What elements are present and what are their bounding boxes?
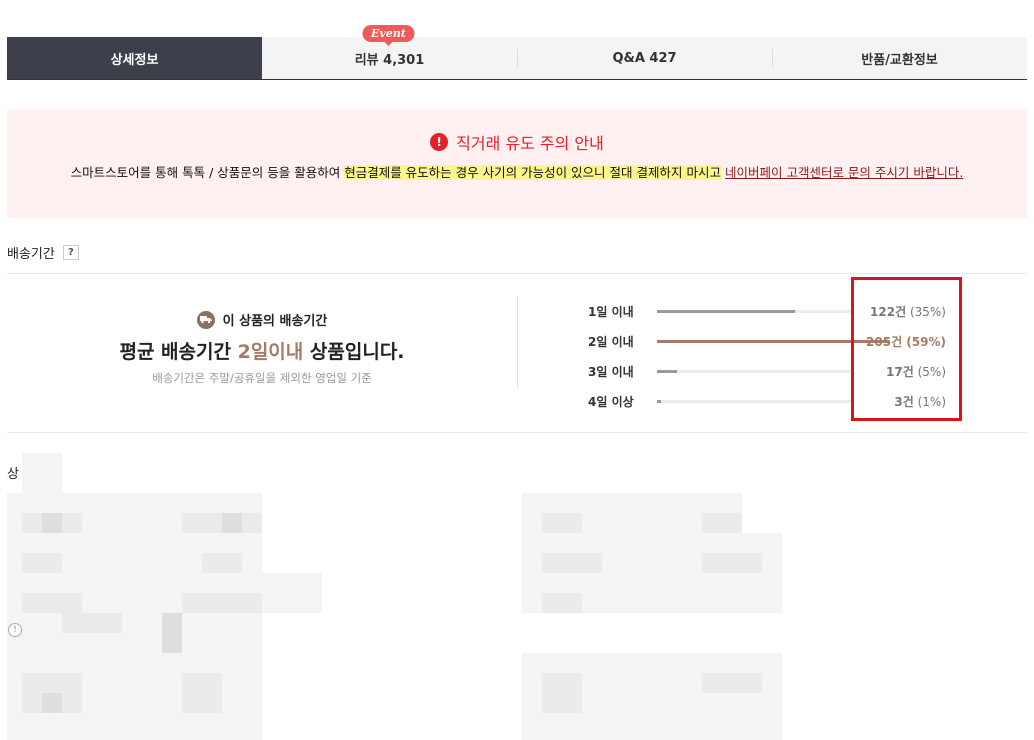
tab-reviews-label: 리뷰 4,301 [354, 52, 425, 68]
stat-bar [657, 369, 854, 373]
warning-highlight: 현금결제를 유도하는 경우 사기의 가능성이 있으니 절대 결제하지 마시고 [344, 165, 721, 180]
stat-label: 1일 이내 [588, 304, 634, 319]
divider [7, 432, 1027, 433]
avg-prefix: 평균 배송기간 [119, 341, 238, 363]
tab-reviews[interactable]: Event 리뷰 4,301 [262, 25, 517, 79]
delivery-summary: 이 상품의 배송기간 평균 배송기간 2일이내 상품입니다. 배송기간은 주말/… [7, 296, 517, 389]
warning-title-row: ! 직거래 유도 주의 안내 [7, 130, 1027, 154]
delivery-subtitle: 이 상품의 배송기간 [222, 314, 328, 329]
naverpay-support-link[interactable]: 네이버페이 고객센터로 문의 주시기 바랍니다. [725, 165, 963, 180]
direct-deal-warning: ! 직거래 유도 주의 안내 스마트스토어를 통해 톡톡 / 상품문의 등을 활… [7, 109, 1027, 218]
product-tabs: 상세정보 Event 리뷰 4,301 Q&A 427 반품/교환정보 [7, 25, 1027, 80]
warning-title: 직거래 유도 주의 안내 [456, 134, 604, 153]
tab-return-exchange[interactable]: 반품/교환정보 [772, 37, 1027, 79]
truck-icon [196, 310, 215, 329]
event-badge: Event [362, 25, 415, 46]
tab-detail-label: 상세정보 [110, 52, 159, 68]
stat-bar-fill [657, 309, 795, 313]
divider [7, 273, 1027, 274]
stat-label: 2일 이내 [588, 334, 634, 349]
tab-qna-label: Q&A 427 [612, 50, 677, 66]
annotation-highlight-box [851, 277, 962, 421]
tab-return-label: 반품/교환정보 [861, 52, 938, 68]
blurred-content [7, 450, 1027, 740]
stat-label: 3일 이내 [588, 364, 634, 379]
delivery-header-label: 배송기간 [7, 247, 55, 262]
delivery-section-header: 배송기간 ? [7, 243, 79, 262]
info-icon: ! [8, 623, 22, 637]
stat-bar-fill [657, 399, 661, 403]
avg-accent: 2일이내 [237, 341, 304, 363]
vertical-divider [517, 296, 518, 389]
exclamation-icon: ! [430, 133, 449, 151]
delivery-average: 평균 배송기간 2일이내 상품입니다. [7, 337, 517, 364]
stat-bar [657, 399, 854, 403]
avg-suffix: 상품입니다. [303, 341, 405, 363]
delivery-note: 배송기간은 주말/공휴일을 제외한 영업일 기준 [152, 371, 372, 385]
tab-qna[interactable]: Q&A 427 [517, 37, 772, 79]
stat-bar [657, 309, 854, 313]
tab-detail[interactable]: 상세정보 [7, 37, 262, 79]
warning-text: 스마트스토어를 통해 톡톡 / 상품문의 등을 활용하여 [70, 165, 345, 180]
stat-label: 4일 이상 [588, 394, 634, 409]
help-button[interactable]: ? [62, 245, 79, 260]
warning-body: 스마트스토어를 통해 톡톡 / 상품문의 등을 활용하여 현금결제를 유도하는 … [27, 164, 1007, 182]
stat-bar-fill [657, 369, 677, 373]
stat-bar [657, 339, 890, 343]
delivery-subtitle-row: 이 상품의 배송기간 [7, 310, 517, 329]
